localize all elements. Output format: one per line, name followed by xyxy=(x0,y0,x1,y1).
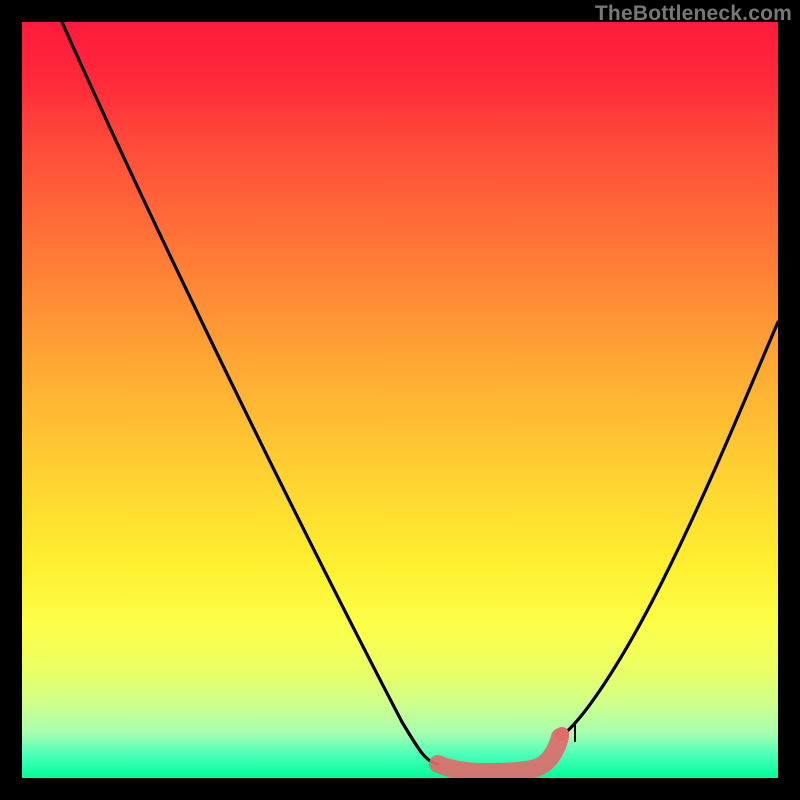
watermark-text: TheBottleneck.com xyxy=(595,2,792,26)
chart-frame: TheBottleneck.com xyxy=(0,0,800,800)
bottleneck-curve-left xyxy=(62,22,438,764)
plot-area xyxy=(22,22,778,778)
bottleneck-curve-right xyxy=(560,322,778,737)
highlight-dot-icon xyxy=(555,727,569,741)
highlight-band-path xyxy=(438,737,560,772)
curve-layer xyxy=(22,22,778,778)
